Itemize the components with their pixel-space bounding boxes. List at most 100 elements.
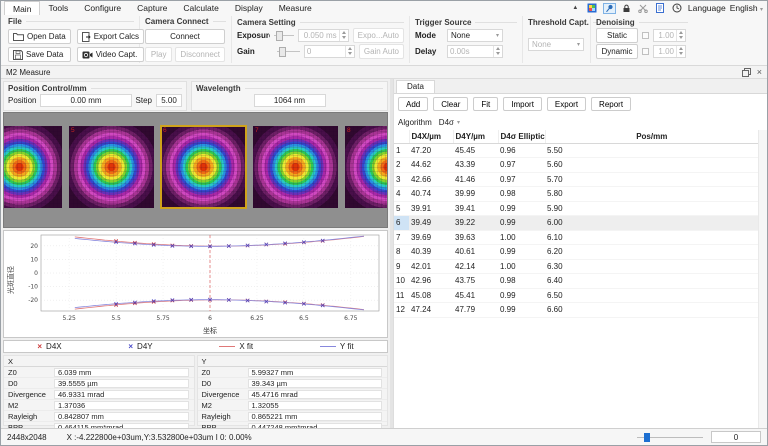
menu-item-configure[interactable]: Configure xyxy=(76,1,129,15)
dynamic-denoise-button[interactable]: Dynamic xyxy=(596,44,638,59)
play-button[interactable]: Play xyxy=(145,47,172,62)
result-row-x-rayleigh: Rayleigh0.842807 mm xyxy=(4,411,194,422)
trigger-mode-select[interactable]: None▾ xyxy=(447,29,503,42)
row-number: 8 xyxy=(394,245,409,260)
results-col-y: Y Z05.99327 mmD039.343 µmDivergence45.47… xyxy=(197,355,389,426)
col-d4y[interactable]: D4Y/µm xyxy=(453,130,498,143)
lock-icon[interactable] xyxy=(620,3,633,14)
svg-text:5.25: 5.25 xyxy=(62,315,76,322)
exposure-auto-button[interactable]: Expo...Auto xyxy=(353,28,404,43)
close-panel-icon[interactable]: × xyxy=(757,68,762,77)
beam-thumbnail-7[interactable]: 7 xyxy=(253,126,338,208)
collapse-ribbon-icon[interactable]: ▲ xyxy=(569,3,582,14)
cell: 6.20 xyxy=(545,245,758,260)
beam-thumbnail-5[interactable]: 5 xyxy=(69,126,154,208)
pin-icon[interactable] xyxy=(603,3,616,14)
data-table-body: 147.2045.450.965.50244.6243.390.975.6034… xyxy=(394,143,758,317)
wavelength-input[interactable]: 1064 nm xyxy=(254,94,326,107)
data-clear-button[interactable]: Clear xyxy=(433,97,468,111)
result-label: Rayleigh xyxy=(4,412,54,421)
result-row-y-divergence: Divergence45.4716 mrad xyxy=(198,389,388,400)
cell: 39.91 xyxy=(409,201,453,216)
menu-item-tools[interactable]: Tools xyxy=(40,1,76,15)
static-denoise-spinbox[interactable]: 1.00 xyxy=(653,29,686,42)
table-row[interactable]: 342.6641.460.975.70 xyxy=(394,172,758,187)
exposure-slider[interactable] xyxy=(274,35,294,36)
threshold-select[interactable]: None▾ xyxy=(528,38,584,51)
float-panel-icon[interactable] xyxy=(742,68,751,77)
svg-text:5.5: 5.5 xyxy=(111,315,121,322)
dynamic-denoise-spinbox[interactable]: 1.00 xyxy=(653,45,686,58)
cell: 0.97 xyxy=(498,172,545,187)
table-row[interactable]: 147.2045.450.965.50 xyxy=(394,143,758,158)
result-label: D0 xyxy=(198,379,248,388)
zoom-slider[interactable] xyxy=(637,437,703,438)
exposure-spin-arrows[interactable] xyxy=(339,30,348,41)
col-ellipticity[interactable]: D4σ Ellipticity xyxy=(498,130,545,143)
table-row[interactable]: 539.9139.410.995.90 xyxy=(394,201,758,216)
dynamic-spin-arrows[interactable] xyxy=(676,46,685,57)
table-row[interactable]: 840.3940.610.996.20 xyxy=(394,245,758,260)
menu-item-measure[interactable]: Measure xyxy=(271,1,320,15)
delay-spin-arrows[interactable] xyxy=(493,46,502,57)
row-number: 10 xyxy=(394,274,409,289)
step-input[interactable]: 5.00 xyxy=(156,94,182,107)
menu-item-main[interactable]: Main xyxy=(4,1,40,15)
dynamic-denoise-checkbox[interactable] xyxy=(642,48,649,55)
table-row[interactable]: 1042.9643.750.986.40 xyxy=(394,274,758,289)
cell: 39.99 xyxy=(453,187,498,202)
row-number: 6 xyxy=(394,216,409,231)
algorithm-select[interactable]: D4σ▾ xyxy=(436,116,463,128)
tab-data[interactable]: Data xyxy=(396,80,435,93)
beam-thumbnail-6[interactable]: 6 xyxy=(161,126,246,208)
scissors-icon[interactable] xyxy=(637,3,650,14)
table-row[interactable]: 244.6243.390.975.60 xyxy=(394,158,758,173)
menu-item-display[interactable]: Display xyxy=(227,1,271,15)
trigger-delay-spinbox[interactable]: 0.00s xyxy=(447,45,503,58)
col-pos[interactable]: Pos/mm xyxy=(545,130,758,143)
data-export-button[interactable]: Export xyxy=(547,97,586,111)
gain-slider[interactable] xyxy=(277,51,299,52)
menu-item-capture[interactable]: Capture xyxy=(129,1,175,15)
table-row[interactable]: 639.4939.220.996.00 xyxy=(394,216,758,231)
data-add-button[interactable]: Add xyxy=(398,97,428,111)
report-icon[interactable] xyxy=(654,3,667,14)
connect-button[interactable]: Connect xyxy=(145,29,225,44)
gain-spin-arrows[interactable] xyxy=(345,46,354,57)
menu-item-calculate[interactable]: Calculate xyxy=(175,1,226,15)
cursor-readout: X :-4.222800e+03um,Y:3.532800e+03um I 0:… xyxy=(67,433,252,442)
step-label: Step xyxy=(136,96,152,105)
beam-thumbnail-8[interactable]: 8 xyxy=(345,126,388,208)
gain-auto-button[interactable]: Gain Auto xyxy=(359,44,404,59)
data-fit-button[interactable]: Fit xyxy=(473,97,498,111)
position-input[interactable]: 0.00 mm xyxy=(40,94,131,107)
disconnect-button[interactable]: Disconnect xyxy=(175,47,225,62)
cell: 0.99 xyxy=(498,245,545,260)
folder-icon xyxy=(13,32,24,41)
palette-icon[interactable] xyxy=(586,3,599,14)
data-report-button[interactable]: Report xyxy=(591,97,631,111)
language-select[interactable]: English ▾ xyxy=(730,3,763,13)
ribbon-group-denoising: Denoising Static 1.00 Dynamic 1.00 xyxy=(591,16,693,63)
table-row[interactable]: 1247.2447.790.996.60 xyxy=(394,303,758,318)
vertical-scrollbar[interactable] xyxy=(758,130,767,428)
video-capture-button[interactable]: Video Capt. xyxy=(77,47,144,62)
beam-thumbnail-4[interactable]: 4 xyxy=(3,126,62,208)
export-calcs-button[interactable]: Export Calcs xyxy=(77,29,144,44)
result-label: Z0 xyxy=(198,368,248,377)
data-import-button[interactable]: Import xyxy=(503,97,542,111)
table-row[interactable]: 942.0142.141.006.30 xyxy=(394,259,758,274)
gain-spinbox[interactable]: 0 xyxy=(304,45,355,58)
static-spin-arrows[interactable] xyxy=(676,30,685,41)
table-row[interactable]: 440.7439.990.985.80 xyxy=(394,187,758,202)
table-row[interactable]: 739.6939.631.006.10 xyxy=(394,230,758,245)
static-denoise-button[interactable]: Static xyxy=(596,28,638,43)
exposure-spinbox[interactable]: 0.050 ms xyxy=(298,29,349,42)
clock-icon[interactable] xyxy=(671,3,684,14)
open-data-button[interactable]: Open Data xyxy=(8,29,71,44)
save-data-button[interactable]: Save Data xyxy=(8,47,71,62)
algorithm-label: Algorithm xyxy=(398,118,432,127)
col-d4x[interactable]: D4X/µm xyxy=(409,130,453,143)
table-row[interactable]: 1145.0845.410.996.50 xyxy=(394,288,758,303)
static-denoise-checkbox[interactable] xyxy=(642,32,649,39)
